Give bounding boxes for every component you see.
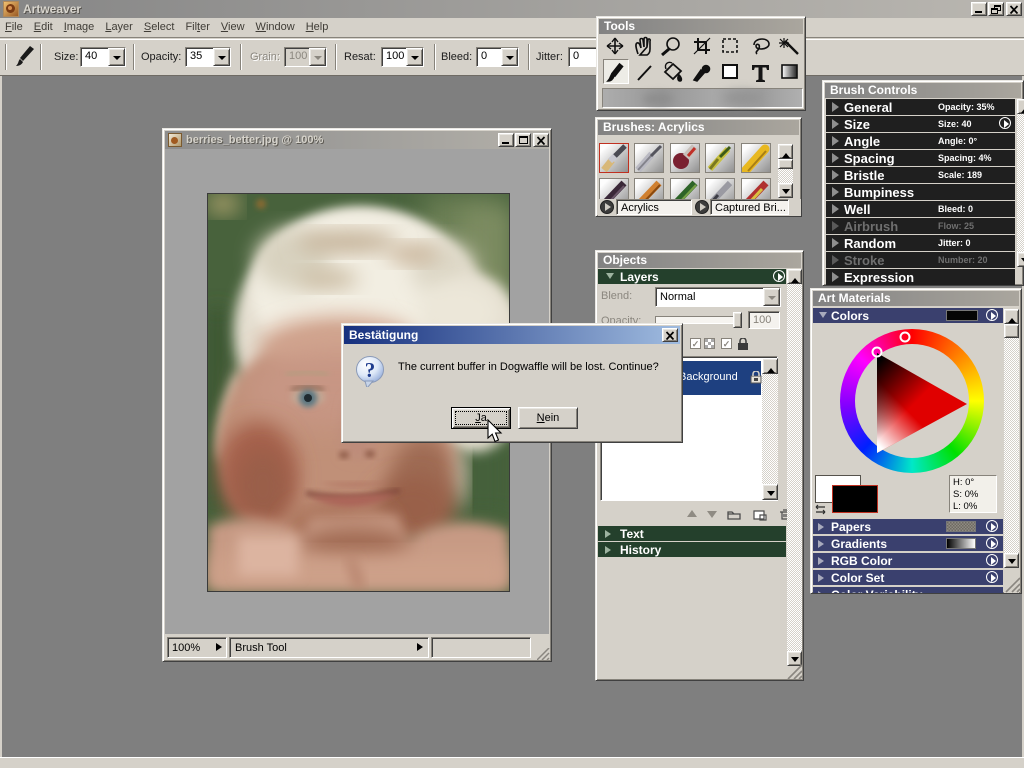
svg-text:?: ? (365, 358, 376, 382)
